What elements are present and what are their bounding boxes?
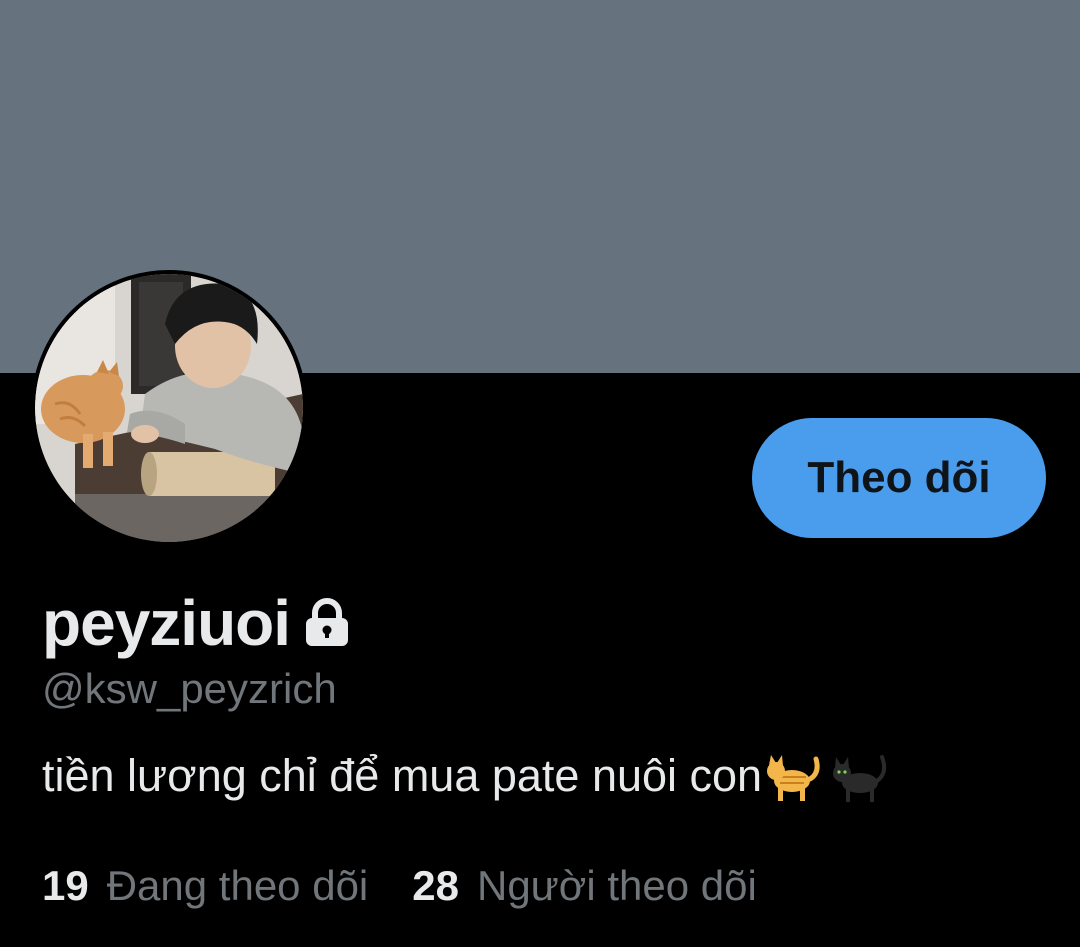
avatar[interactable]	[31, 270, 307, 546]
profile-page: Theo dõi peyziuoi @ksw_peyzrich tiền lươ…	[0, 0, 1080, 947]
black-cat-emoji	[828, 745, 890, 807]
user-handle: @ksw_peyzrich	[42, 665, 337, 712]
display-name: peyziuoi	[42, 587, 291, 659]
following-stat[interactable]: 19 Đang theo dõi	[42, 862, 368, 910]
follow-button[interactable]: Theo dõi	[752, 418, 1046, 538]
profile-bio: tiền lương chỉ để mua pate nuôi con	[42, 745, 890, 807]
profile-stats: 19 Đang theo dõi 28 Người theo dõi	[42, 862, 757, 910]
followers-stat[interactable]: 28 Người theo dõi	[412, 862, 757, 910]
profile-name-row: peyziuoi	[42, 580, 354, 666]
following-label: Đang theo dõi	[106, 862, 369, 909]
orange-cat-emoji	[764, 745, 826, 807]
avatar-photo	[35, 274, 303, 542]
followers-count: 28	[412, 862, 459, 909]
lock-icon	[300, 596, 354, 650]
bio-text: tiền lương chỉ để mua pate nuôi con	[42, 750, 763, 801]
followers-label: Người theo dõi	[476, 862, 757, 909]
following-count: 19	[42, 862, 89, 909]
